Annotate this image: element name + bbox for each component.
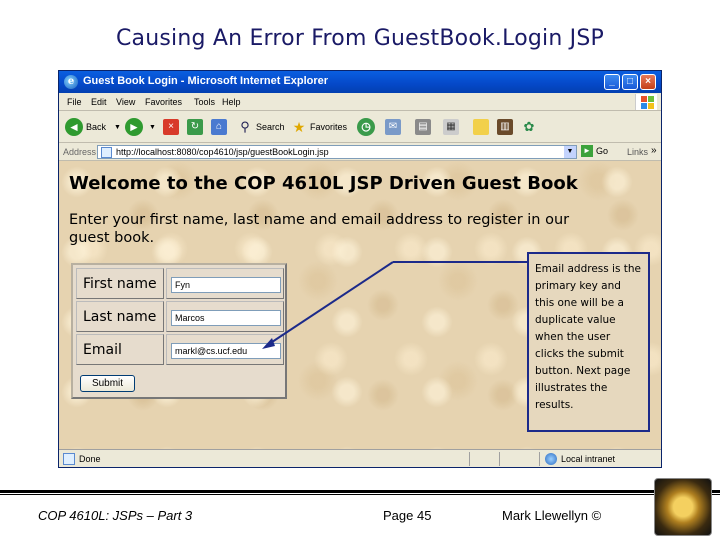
windows-flag-icon (635, 94, 657, 110)
go-button[interactable]: ► Go (581, 145, 608, 157)
slide-title: Causing An Error From GuestBook.Login JS… (116, 26, 604, 51)
footer-divider (0, 490, 720, 493)
footer-divider (0, 494, 720, 495)
edit-button[interactable]: ▦ (443, 117, 459, 137)
intranet-zone-icon (545, 453, 557, 465)
last-name-label: Last name (83, 309, 157, 325)
go-label: Go (596, 146, 609, 156)
address-url: http://localhost:8080/cop4610/jsp/guestB… (116, 147, 329, 157)
links-chevron-icon[interactable]: » (651, 145, 657, 156)
page-icon (101, 147, 112, 158)
menu-view[interactable]: View (116, 97, 135, 107)
ie-logo-icon: e (64, 75, 78, 89)
back-button[interactable]: ◄ Back ▼ (65, 117, 121, 137)
maximize-button[interactable]: □ (622, 74, 638, 90)
stop-icon: × (163, 119, 179, 135)
page-heading: Welcome to the COP 4610L JSP Driven Gues… (69, 173, 578, 194)
home-icon: ⌂ (211, 119, 227, 135)
toolbar: ◄ Back ▼ ► ▼ × ↻ ⌂ ⚲ Search ★ Favorites … (59, 111, 661, 143)
status-divider (469, 452, 470, 466)
email-label: Email (83, 342, 122, 358)
status-text: Done (79, 454, 101, 464)
status-divider (539, 452, 540, 466)
search-icon: ⚲ (237, 119, 253, 135)
last-name-input[interactable]: Marcos (171, 310, 281, 326)
book-icon: ▥ (497, 119, 513, 135)
mail-icon: ✉ (385, 119, 401, 135)
edit-icon: ▦ (443, 119, 459, 135)
go-arrow-icon: ► (581, 145, 593, 157)
menu-edit[interactable]: Edit (91, 97, 107, 107)
messenger-icon: ✿ (521, 119, 537, 135)
forward-dropdown-icon[interactable]: ▼ (149, 124, 156, 131)
refresh-icon: ↻ (187, 119, 203, 135)
forward-arrow-icon: ► (125, 118, 143, 136)
footer-course: COP 4610L: JSPs – Part 3 (38, 508, 193, 523)
address-input[interactable]: http://localhost:8080/cop4610/jsp/guestB… (97, 145, 577, 159)
research-button[interactable]: ▥ (497, 117, 513, 137)
menu-file[interactable]: File (67, 97, 82, 107)
back-dropdown-icon[interactable]: ▼ (114, 124, 121, 131)
status-divider (499, 452, 500, 466)
minimize-button[interactable]: _ (604, 74, 620, 90)
refresh-button[interactable]: ↻ (187, 117, 203, 137)
registration-form: First name Fyn Last name Marcos Email ma… (71, 263, 287, 399)
history-button[interactable]: ◷ (357, 117, 375, 137)
first-name-label: First name (83, 276, 157, 292)
print-icon: ▤ (415, 119, 431, 135)
window-title: Guest Book Login - Microsoft Internet Ex… (83, 75, 329, 87)
menu-help[interactable]: Help (222, 97, 241, 107)
callout-text: Email address is the primary key and thi… (535, 263, 642, 411)
search-button[interactable]: ⚲ Search (237, 117, 285, 137)
star-icon: ★ (291, 119, 307, 135)
zone-text: Local intranet (561, 454, 616, 464)
page-done-icon (63, 453, 75, 465)
menu-tools[interactable]: Tools (194, 97, 215, 107)
home-button[interactable]: ⌂ (211, 117, 227, 137)
ucf-logo-icon (654, 478, 712, 536)
address-bar: Address http://localhost:8080/cop4610/js… (59, 143, 661, 161)
footer-author: Mark Llewellyn © (502, 508, 602, 523)
submit-button[interactable]: Submit (80, 375, 135, 392)
email-input[interactable]: markl@cs.ucf.edu (171, 343, 281, 359)
search-label: Search (256, 122, 285, 132)
title-bar[interactable]: e Guest Book Login - Microsoft Internet … (59, 71, 661, 93)
footer-page-number: Page 45 (383, 508, 432, 523)
address-dropdown-icon[interactable]: ▼ (564, 146, 576, 158)
back-arrow-icon: ◄ (65, 118, 83, 136)
links-button[interactable]: Links (627, 147, 648, 157)
email-row: Email markl@cs.ucf.edu (76, 334, 284, 365)
messenger-button[interactable]: ✿ (521, 117, 537, 137)
first-name-input[interactable]: Fyn (171, 277, 281, 293)
history-icon: ◷ (357, 118, 375, 136)
page-instructions: Enter your first name, last name and ema… (69, 212, 570, 246)
first-name-row: First name Fyn (76, 268, 284, 299)
menu-favorites[interactable]: Favorites (145, 97, 182, 107)
back-label: Back (86, 122, 107, 132)
status-bar: Done Local intranet (59, 449, 661, 467)
favorites-button[interactable]: ★ Favorites (291, 117, 347, 137)
print-button[interactable]: ▤ (415, 117, 431, 137)
last-name-row: Last name Marcos (76, 301, 284, 332)
menu-bar: File Edit View Favorites Tools Help (59, 93, 661, 111)
address-label: Address (63, 147, 97, 157)
mail-button[interactable]: ✉ (385, 117, 401, 137)
callout-box: Email address is the primary key and thi… (527, 252, 650, 432)
close-button[interactable]: × (640, 74, 656, 90)
folder-icon (473, 119, 489, 135)
favorites-label: Favorites (310, 122, 348, 132)
forward-button[interactable]: ► ▼ (125, 117, 156, 137)
folder-button[interactable] (473, 117, 489, 137)
stop-button[interactable]: × (163, 117, 179, 137)
